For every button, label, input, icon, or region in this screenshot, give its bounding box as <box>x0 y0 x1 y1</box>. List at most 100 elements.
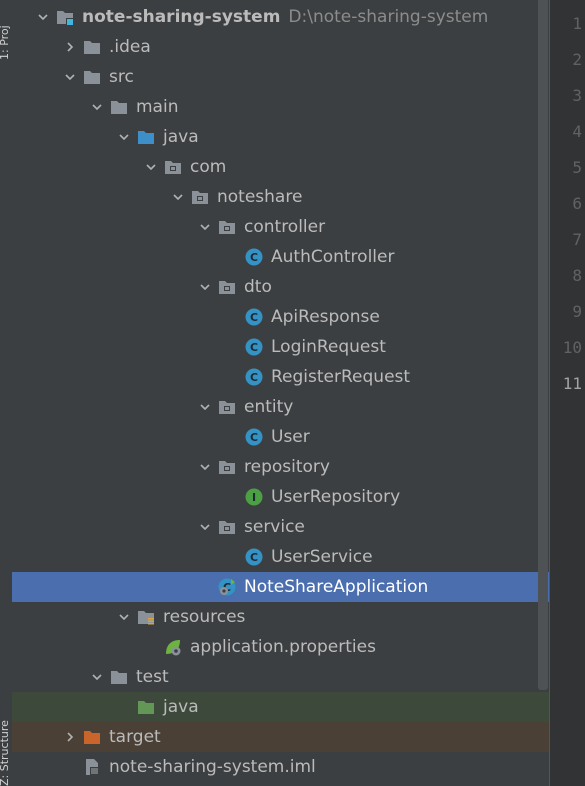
folder-icon <box>110 98 128 116</box>
tree-node-label: test <box>136 667 169 687</box>
tree-node-registerrequest[interactable]: C RegisterRequest <box>12 362 549 392</box>
tree-node-label: main <box>136 97 179 117</box>
expand-arrow-icon[interactable] <box>36 2 50 32</box>
expand-arrow-icon[interactable] <box>198 272 212 302</box>
project-path: D:\note-sharing-system <box>288 7 489 27</box>
line-number: 3 <box>572 86 582 105</box>
line-number: 4 <box>572 122 582 141</box>
svg-text:C: C <box>250 431 258 444</box>
tree-node-noteshare[interactable]: noteshare <box>12 182 549 212</box>
tree-node-test[interactable]: test <box>12 662 549 692</box>
line-number: 1 <box>572 14 582 33</box>
tree-node-apiresponse[interactable]: C ApiResponse <box>12 302 549 332</box>
line-number: 5 <box>572 158 582 177</box>
project-tree-scrollbar[interactable] <box>538 0 548 690</box>
package-icon <box>218 518 236 536</box>
tree-node-note-sharing-system[interactable]: note-sharing-system D:\note-sharing-syste… <box>12 2 549 32</box>
expand-arrow-icon[interactable] <box>198 512 212 542</box>
tree-node-service[interactable]: service <box>12 512 549 542</box>
tree-node-label: LoginRequest <box>271 337 386 357</box>
expand-arrow-icon[interactable] <box>90 92 104 122</box>
line-number: 2 <box>572 50 582 69</box>
tree-node-note-sharing-system-iml[interactable]: note-sharing-system.iml <box>12 752 549 782</box>
package-icon <box>191 188 209 206</box>
project-tree-panel: note-sharing-system D:\note-sharing-syste… <box>12 0 549 786</box>
excluded-folder-icon <box>83 728 101 746</box>
tree-node-label: note-sharing-system <box>82 7 281 27</box>
tree-node-application-properties[interactable]: application.properties <box>12 632 549 662</box>
class-icon: C <box>245 338 263 356</box>
structure-tool-tab[interactable]: Z: Structure <box>0 676 11 786</box>
line-number: 6 <box>572 194 582 213</box>
editor-gutter: 1 2 3 4 5 6 7 8 9 10 11 <box>549 0 585 786</box>
tree-node-label: User <box>271 427 310 447</box>
svg-text:C: C <box>250 341 258 354</box>
tree-node-idea[interactable]: .idea <box>12 32 549 62</box>
collapse-arrow-icon[interactable] <box>63 722 77 752</box>
test-root-folder-icon <box>137 698 155 716</box>
tree-node-noteshareapplication[interactable]: C NoteShareApplication <box>12 572 549 602</box>
tree-node-label: com <box>190 157 227 177</box>
tree-node-label: src <box>109 67 134 87</box>
collapse-arrow-icon[interactable] <box>63 32 77 62</box>
spring-boot-app-icon: C <box>218 578 236 596</box>
expand-arrow-icon[interactable] <box>144 152 158 182</box>
tree-node-user[interactable]: C User <box>12 422 549 452</box>
expand-arrow-icon[interactable] <box>198 212 212 242</box>
tree-node-label: NoteShareApplication <box>244 577 429 597</box>
tree-node-label: target <box>109 727 161 747</box>
folder-icon <box>83 68 101 86</box>
tree-node-label: UserService <box>271 547 373 567</box>
expand-arrow-icon[interactable] <box>117 122 131 152</box>
expand-arrow-icon[interactable] <box>171 182 185 212</box>
tree-node-label: entity <box>244 397 294 417</box>
class-icon: C <box>245 308 263 326</box>
tree-node-loginrequest[interactable]: C LoginRequest <box>12 332 549 362</box>
expand-arrow-icon[interactable] <box>90 662 104 692</box>
tree-node-label: RegisterRequest <box>271 367 411 387</box>
folder-icon <box>83 38 101 56</box>
tree-node-controller[interactable]: controller <box>12 212 549 242</box>
project-tool-tab[interactable]: 1: Proj <box>0 2 11 60</box>
tree-node-repository[interactable]: repository <box>12 452 549 482</box>
resources-folder-icon <box>137 608 155 626</box>
tree-node-userservice[interactable]: C UserService <box>12 542 549 572</box>
expand-arrow-icon[interactable] <box>117 602 131 632</box>
folder-icon <box>110 668 128 686</box>
line-number: 7 <box>572 230 582 249</box>
tree-node-target[interactable]: target <box>12 722 549 752</box>
tree-node-dto[interactable]: dto <box>12 272 549 302</box>
interface-icon: I <box>245 488 263 506</box>
expand-arrow-icon[interactable] <box>198 392 212 422</box>
tree-node-label: controller <box>244 217 326 237</box>
svg-text:C: C <box>250 371 258 384</box>
tree-node-com[interactable]: com <box>12 152 549 182</box>
tree-node-main[interactable]: main <box>12 92 549 122</box>
tree-node-resources[interactable]: resources <box>12 602 549 632</box>
line-number: 9 <box>572 302 582 321</box>
tree-node-java[interactable]: java <box>12 122 549 152</box>
line-number: 10 <box>562 338 582 357</box>
expand-arrow-icon[interactable] <box>63 62 77 92</box>
tree-node-src[interactable]: src <box>12 62 549 92</box>
line-number: 8 <box>572 266 582 285</box>
tree-node-authcontroller[interactable]: C AuthController <box>12 242 549 272</box>
package-icon <box>218 458 236 476</box>
package-icon <box>218 278 236 296</box>
class-icon: C <box>245 548 263 566</box>
expand-arrow-icon[interactable] <box>198 452 212 482</box>
tree-node-label: noteshare <box>217 187 303 207</box>
tree-node-userrepository[interactable]: I UserRepository <box>12 482 549 512</box>
tree-node-entity[interactable]: entity <box>12 392 549 422</box>
tree-node-label: repository <box>244 457 330 477</box>
tree-node-java[interactable]: java <box>12 692 549 722</box>
tree-node-label: UserRepository <box>271 487 401 507</box>
tree-node-label: AuthController <box>271 247 395 267</box>
